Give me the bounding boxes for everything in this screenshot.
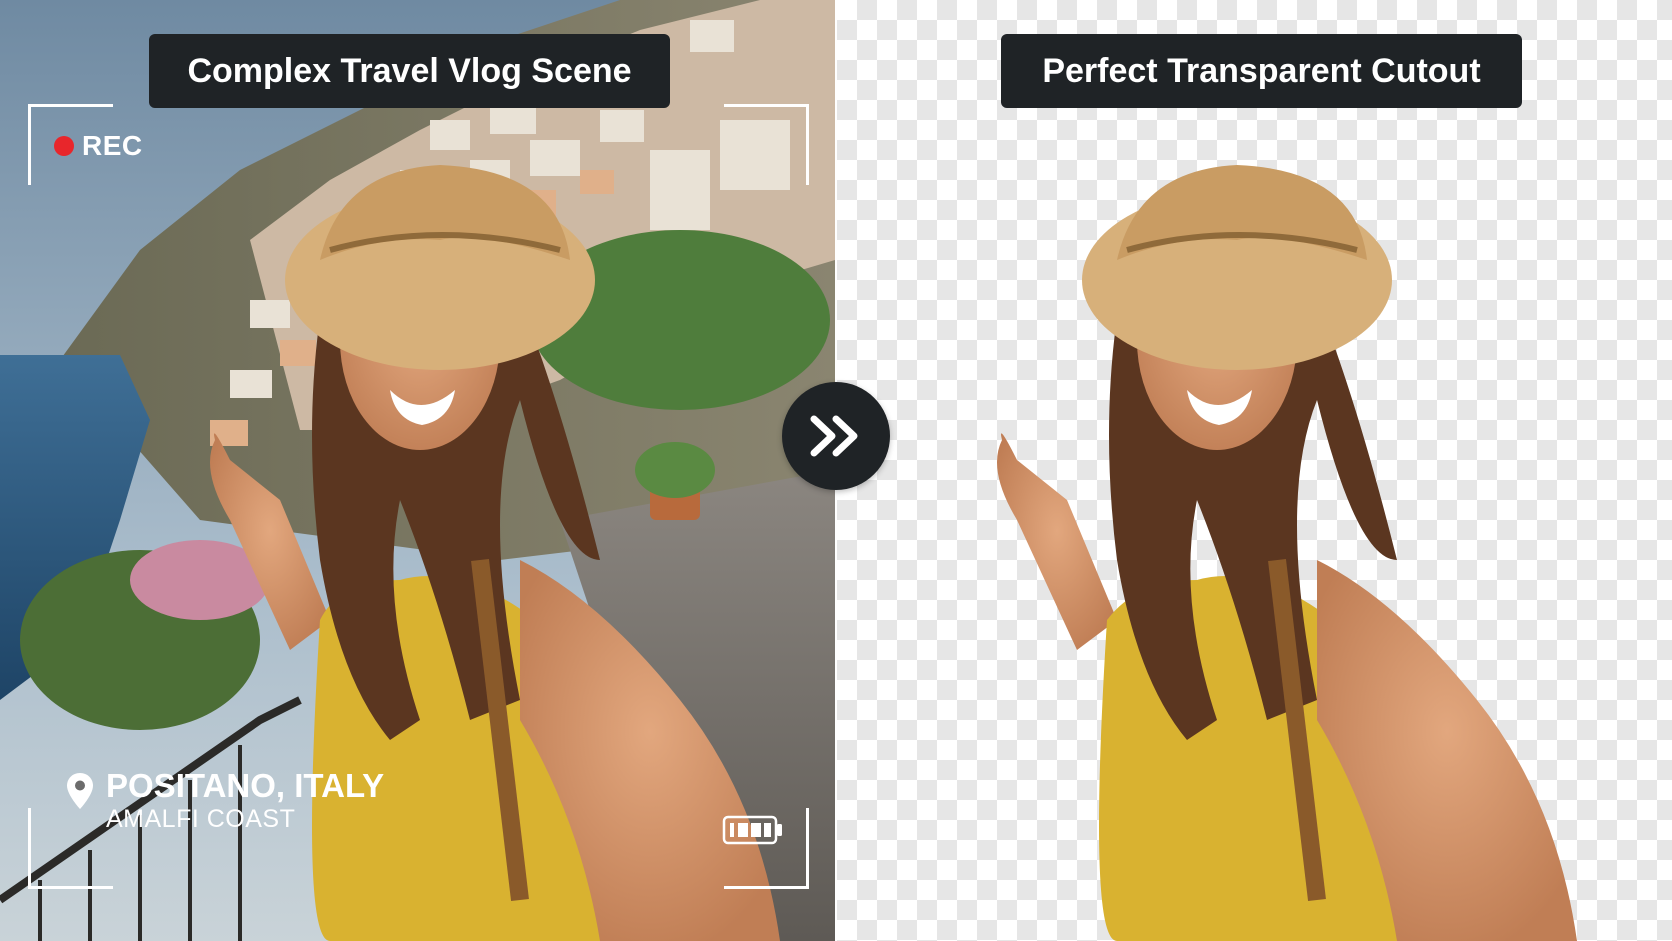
compare-arrow-button[interactable] (782, 382, 890, 490)
viewfinder-corner-top-right (724, 104, 809, 185)
cutout-label: Perfect Transparent Cutout (1001, 34, 1522, 108)
rec-label: REC (82, 130, 143, 161)
original-scene-panel: REC POSITANO, ITALY AMALFI COAST Complex… (0, 0, 835, 941)
location-text: POSITANO, ITALY AMALFI COAST (106, 768, 384, 834)
original-scene-label: Complex Travel Vlog Scene (149, 34, 670, 108)
location-tag: POSITANO, ITALY AMALFI COAST (66, 768, 384, 834)
location-title: POSITANO, ITALY (106, 767, 385, 804)
location-pin-icon (67, 773, 93, 809)
double-chevron-right-icon (810, 415, 858, 457)
battery-icon (722, 815, 782, 845)
recording-indicator: REC (54, 130, 143, 162)
subject-cutout-illustration (997, 165, 1577, 941)
record-dot-icon (54, 136, 74, 156)
location-subtitle: AMALFI COAST (106, 805, 296, 833)
cutout-panel: Perfect Transparent Cutout (837, 0, 1672, 941)
comparison-stage: REC POSITANO, ITALY AMALFI COAST Complex… (0, 0, 1672, 941)
